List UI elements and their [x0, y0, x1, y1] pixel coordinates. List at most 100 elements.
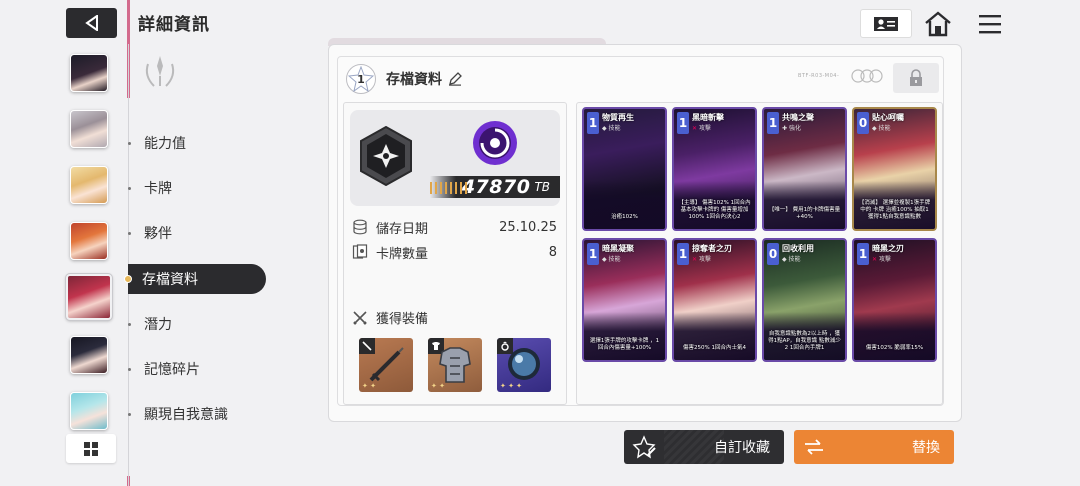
card-type: ◆ 技能 — [602, 125, 621, 132]
save-code-label: BTF-R03-M04- — [798, 73, 840, 79]
save-slot-number: 1 — [357, 72, 365, 86]
rarity-stars: ✦ ✦ — [431, 382, 445, 390]
equipment-slot-accessory[interactable]: ✦ ✦ ✦ — [497, 338, 551, 392]
card-type: ◆ 技能 — [602, 256, 621, 263]
rarity-stars: ✦ ✦ ✦ — [500, 382, 523, 390]
menu-item-potential[interactable]: 潛力 — [128, 309, 266, 339]
capacity-card: 47870 TB — [350, 110, 560, 206]
menu-item-label: 卡牌 — [144, 181, 172, 197]
card-desc-backdrop — [674, 312, 755, 360]
card-cost: 1 — [857, 243, 869, 265]
grid-icon — [84, 441, 98, 456]
card-description: 【唯一】 費用1的卡牌傷害量 +40% — [768, 207, 841, 220]
deck-card[interactable]: 1 黑暗斬擊 ✕ 攻擊 【主導】 傷害102% 1回合內基本攻擊卡牌的 傷害量增… — [672, 107, 757, 231]
menu-bullet-active — [124, 275, 132, 283]
equipment-label: 獲得裝備 — [376, 312, 429, 327]
menu-bullet — [128, 231, 131, 235]
card-desc-backdrop — [584, 181, 665, 229]
card-name: 貼心呵囑 — [872, 113, 904, 122]
edit-pencil-icon[interactable] — [448, 72, 462, 86]
card-description: 治癒102% — [611, 214, 638, 220]
deck-card[interactable]: 1 暗黑凝聚 ◆ 技能 選擇1張手牌的攻擊卡牌 ，1回合內傷害量+100% — [582, 238, 667, 362]
menu-item-cards[interactable]: 卡牌 — [128, 173, 266, 203]
menu-bullet — [128, 141, 131, 145]
card-name: 黑暗斬擊 — [692, 113, 724, 122]
card-desc-backdrop — [584, 312, 665, 360]
deck-card[interactable]: 1 共鳴之聲 ✚ 強化 【唯一】 費用1的卡牌傷害量 +40% — [762, 107, 847, 231]
equipment-slot-weapon[interactable]: ✦ ✦ — [359, 338, 413, 392]
card-cost: 0 — [767, 243, 779, 265]
deck-card[interactable]: 1 暗黑之刃 ✕ 攻擊 傷害102% 脆弱率15% — [852, 238, 937, 362]
deck-card[interactable]: 0 貼心呵囑 ◆ 技能 【消滅】 選擇並複製1張手牌中的 卡牌 治癒100% 抽… — [852, 107, 937, 231]
save-title: 存檔資料 — [386, 72, 442, 88]
back-button[interactable] — [66, 8, 117, 38]
card-description: 傷害102% 脆弱率15% — [865, 345, 924, 351]
swap-arrows-icon — [805, 439, 823, 455]
menu-button[interactable] — [975, 8, 1005, 40]
card-name: 回收利用 — [782, 244, 814, 253]
card-type-label: 攻擊 — [698, 256, 711, 263]
laurel-emblem-icon — [145, 56, 175, 87]
card-type-label: 攻擊 — [878, 256, 891, 263]
card-type-label: 技能 — [608, 125, 621, 132]
card-cost: 1 — [767, 112, 779, 134]
card-type: ✚ 強化 — [782, 125, 801, 132]
capacity-stripes — [430, 182, 470, 194]
deck-card[interactable]: 1 物質再生 ◆ 技能 治癒102% — [582, 107, 667, 231]
character-avatar-6[interactable] — [70, 336, 108, 374]
swap-button[interactable]: 替換 — [794, 430, 954, 464]
character-avatar-1[interactable] — [70, 54, 108, 92]
card-type: ◆ 技能 — [872, 125, 891, 132]
character-grid-button[interactable] — [66, 434, 116, 463]
custom-favorite-button[interactable]: 自訂收藏 — [624, 430, 784, 464]
rings-icon — [851, 69, 883, 83]
equipment-heading: 獲得裝備 — [352, 308, 428, 327]
character-avatar-2[interactable] — [70, 110, 108, 148]
card-name: 物質再生 — [602, 113, 634, 122]
star-edit-icon — [632, 435, 656, 459]
menu-item-memory-fragments[interactable]: 記憶碎片 — [128, 354, 266, 384]
card-count-label: 卡牌數量 — [376, 246, 429, 262]
character-avatar-7[interactable] — [70, 392, 108, 430]
menu-item-save-data[interactable]: 存檔資料 — [124, 264, 266, 294]
home-button[interactable] — [922, 8, 954, 40]
cards-icon — [352, 244, 368, 259]
card-type: ✕ 攻擊 — [872, 256, 891, 263]
shuriken-hexagon-icon — [360, 126, 412, 186]
menu-item-stats[interactable]: 能力值 — [128, 128, 266, 158]
card-description: 【主導】 傷害102% 1回合內基本攻擊卡牌的 傷害量增加100% 1回合內決心… — [678, 200, 751, 220]
crossed-swords-icon — [353, 310, 367, 325]
card-description: 選擇1張手牌的攻擊卡牌 ，1回合內傷害量+100% — [589, 338, 660, 351]
equipment-slot-armor[interactable]: ✦ ✦ — [428, 338, 482, 392]
lock-button[interactable] — [893, 63, 939, 93]
profile-card-button[interactable] — [860, 9, 912, 38]
character-avatar-4[interactable] — [70, 222, 108, 260]
menu-item-label: 記憶碎片 — [144, 362, 200, 378]
card-description: 【消滅】 選擇並複製1張手牌中的 卡牌 治癒100% 抽取1 獲得1點自我意識點… — [858, 200, 931, 220]
save-date-row: 儲存日期 25.10.25 — [352, 216, 557, 238]
purple-orb-icon — [473, 121, 517, 165]
card-type: ✕ 攻擊 — [692, 125, 711, 132]
menu-item-partners[interactable]: 夥伴 — [128, 218, 266, 248]
capacity-value: 47870 — [461, 176, 531, 198]
menu-bullet — [128, 322, 131, 326]
menu-bullet — [128, 412, 131, 416]
card-count-value: 8 — [548, 244, 557, 260]
card-type: ✕ 攻擊 — [692, 256, 711, 263]
character-avatar-3[interactable] — [70, 166, 108, 204]
character-avatar-5-selected[interactable] — [65, 273, 113, 321]
card-name: 暗黑之刃 — [872, 244, 904, 253]
card-name: 掠奪者之刃 — [692, 244, 732, 253]
save-slot-badge: 1 — [346, 64, 376, 94]
card-cost: 0 — [857, 112, 869, 134]
capacity-unit: TB — [534, 180, 550, 194]
deck-card[interactable]: 0 回收利用 ◆ 技能 自我意識點數為2以上時 ，獲得1點AP，自我意識 點數減… — [762, 238, 847, 362]
menu-item-label: 顯現自我意識 — [144, 407, 228, 423]
menu-item-ego-manifest[interactable]: 顯現自我意識 — [128, 399, 266, 429]
capacity-bar: 47870 TB — [430, 176, 560, 198]
deck-card[interactable]: 1 掠奪者之刃 ✕ 攻擊 傷害250% 1回合內士氣4 — [672, 238, 757, 362]
database-icon — [353, 219, 367, 235]
page-title: 詳細資訊 — [138, 15, 210, 35]
save-date-value: 25.10.25 — [499, 219, 557, 235]
card-count-row: 卡牌數量 8 — [352, 241, 557, 263]
